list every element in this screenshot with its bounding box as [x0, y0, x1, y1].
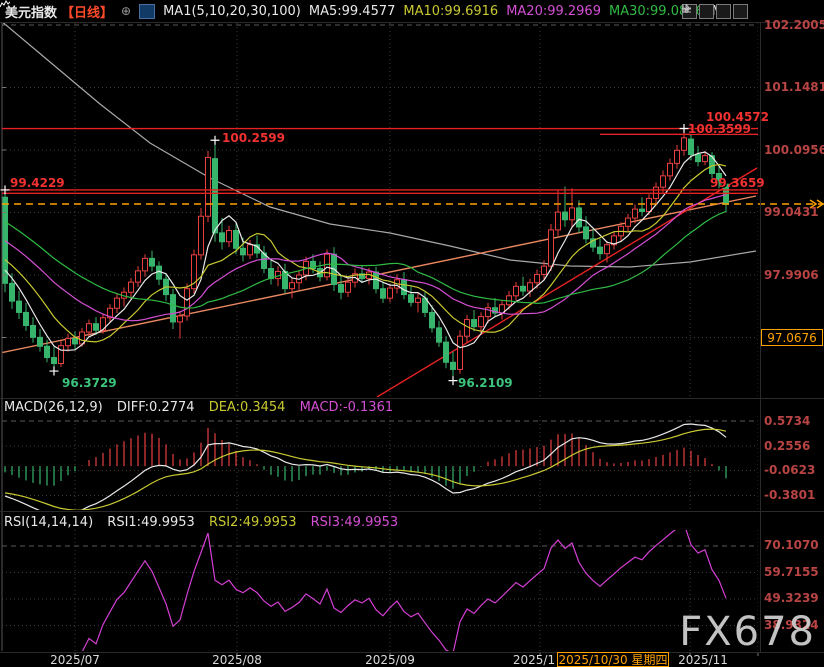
swing-high-label-100-2599: 100.2599 — [222, 131, 285, 145]
price-axis-label: 101.1481 — [764, 80, 822, 94]
swing-low-label-96-2109: 96.2109 — [458, 376, 513, 390]
swing-high-label-100-4572: 100.4572 — [706, 110, 769, 124]
macd-axis-label: -0.0623 — [764, 463, 822, 477]
macd-diff-value: DIFF:0.2774 — [117, 400, 195, 415]
pane-layout-left-icon[interactable] — [699, 4, 714, 19]
crosshair-price-box: 97.0676 — [761, 329, 823, 346]
month-label-sep: 2025/09 — [365, 653, 415, 667]
pane-layout-right-icon[interactable] — [716, 4, 731, 19]
macd-axis-label: 0.2556 — [764, 439, 822, 453]
macd-axis-label: 0.5734 — [764, 414, 822, 428]
mini-chart-icon[interactable] — [139, 4, 155, 19]
rsi-header: RSI(14,14,14) RSI1:49.9953 RSI2:49.9953 … — [4, 515, 408, 530]
macd-value: MACD:-0.1361 — [300, 400, 394, 415]
macd-title: MACD(26,12,9) — [4, 400, 103, 415]
resistance-label-99-4229: 99.4229 — [10, 176, 65, 190]
month-label-jul: 2025/07 — [50, 653, 100, 667]
chart-app-window: 美元指数 【日线】 ⊕ MA1(5,10,20,30,100) MA5:99.4… — [0, 0, 824, 667]
ma-settings-label: MA1(5,10,20,30,100) — [163, 4, 301, 19]
month-label-aug: 2025/08 — [212, 653, 262, 667]
rsi-title: RSI(14,14,14) — [4, 515, 93, 530]
macd-dea-value: DEA:0.3454 — [209, 400, 286, 415]
symbol-name: 美元指数 — [5, 2, 57, 21]
crosshair-date-box: 2025/10/30 星期四 — [557, 652, 669, 667]
pane-expand-icon[interactable] — [733, 4, 748, 19]
macd-rsi-separator — [0, 511, 824, 512]
resistance-label-99-3659: 99.3659 — [710, 176, 765, 190]
ma10-value: MA10:99.6916 — [403, 4, 498, 19]
resistance-label-100-3599: 100.3599 — [688, 122, 751, 136]
main-macd-separator — [0, 398, 824, 399]
price-axis-label: 102.2005 — [764, 18, 822, 32]
rsi-axis-label: 59.7155 — [764, 565, 822, 579]
price-axis-label: 99.0431 — [764, 205, 822, 219]
ma20-value: MA20:99.2969 — [506, 4, 601, 19]
fx678-watermark: FX678 — [679, 609, 816, 655]
rsi-axis-label: 49.3239 — [764, 591, 822, 605]
timeframe-label[interactable]: 【日线】 — [61, 2, 113, 21]
swing-low-label-96-3729: 96.3729 — [62, 376, 117, 390]
header-separator — [0, 22, 824, 23]
macd-header: MACD(26,12,9) DIFF:0.2774 DEA:0.3454 MAC… — [4, 400, 403, 415]
rsi2-value: RSI2:49.9953 — [209, 515, 297, 530]
rsi1-value: RSI1:49.9953 — [107, 515, 195, 530]
rsi3-value: RSI3:49.9953 — [311, 515, 399, 530]
candlestick-chart-canvas[interactable] — [0, 0, 824, 667]
chart-toolbar — [682, 4, 748, 19]
month-label-oct: 2025/1 — [513, 653, 555, 667]
macd-axis-label: -0.3801 — [764, 488, 822, 502]
price-axis-label: 100.0956 — [764, 143, 822, 157]
zoom-plus-icon[interactable]: ⊕ — [121, 4, 131, 18]
price-axis-label: 97.9906 — [764, 268, 822, 282]
ma5-value: MA5:99.4577 — [309, 4, 396, 19]
month-label-nov: 2025/11 — [678, 653, 728, 667]
rsi-axis-label: 70.1070 — [764, 538, 822, 552]
